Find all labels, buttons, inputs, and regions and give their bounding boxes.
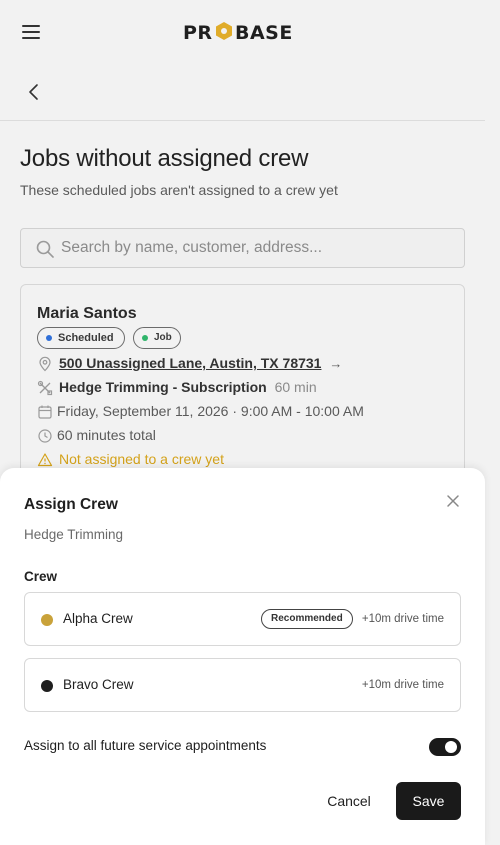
total-duration: 60 minutes total	[57, 427, 156, 443]
page-title: Jobs without assigned crew	[20, 145, 309, 172]
type-badge-label: Job	[154, 332, 172, 343]
calendar-icon	[38, 405, 52, 419]
chevron-left-icon[interactable]	[24, 82, 44, 102]
customer-name: Maria Santos	[37, 305, 137, 322]
sheet-title: Assign Crew	[24, 496, 118, 513]
search-icon	[36, 240, 54, 258]
save-button[interactable]: Save	[396, 782, 461, 820]
svg-text:BASE: BASE	[235, 22, 293, 44]
crew-option-bravo[interactable]: Bravo Crew +10m drive time	[24, 658, 461, 712]
toggle-knob	[445, 741, 457, 753]
type-badge: Job	[133, 327, 181, 349]
map-pin-icon	[39, 356, 51, 372]
future-appointments-label: Assign to all future service appointment…	[24, 738, 267, 753]
type-dot	[142, 335, 148, 341]
search-input[interactable]	[61, 235, 451, 261]
sheet-subtitle: Hedge Trimming	[24, 527, 124, 542]
schedule-text: Friday, September 11, 2026 · 9:00 AM - 1…	[57, 403, 364, 419]
clock-icon	[38, 429, 52, 443]
top-bar: PR BASE	[0, 0, 485, 64]
unassigned-warning: Not assigned to a crew yet	[59, 451, 224, 467]
search-box	[20, 228, 465, 268]
probase-logo: PR BASE	[183, 22, 293, 44]
menu-icon[interactable]	[22, 24, 42, 40]
service-name: Hedge Trimming - Subscription	[59, 379, 267, 395]
status-badge: Scheduled	[37, 327, 125, 349]
arrow-right-icon[interactable]: →	[329, 356, 342, 371]
page-subtitle: These scheduled jobs aren't assigned to …	[20, 182, 338, 198]
future-appointments-toggle[interactable]	[429, 738, 461, 756]
drive-time: +10m drive time	[361, 679, 444, 691]
assign-crew-sheet: Assign Crew Hedge Trimming Crew Alpha Cr…	[0, 468, 485, 845]
service-duration: 60 min	[274, 379, 317, 395]
crew-color-dot	[41, 614, 53, 626]
job-card[interactable]: Maria Santos Scheduled Job 500 Unassigne…	[20, 284, 465, 484]
status-dot	[46, 335, 52, 341]
back-row	[0, 64, 485, 121]
crew-option-alpha[interactable]: Alpha Crew Recommended +10m drive time	[24, 592, 461, 646]
cancel-button[interactable]: Cancel	[316, 782, 382, 820]
tools-icon	[37, 380, 53, 396]
crew-color-dot	[41, 680, 53, 692]
crew-name: Bravo Crew	[63, 677, 134, 692]
drive-time: +10m drive time	[361, 613, 444, 625]
address-link[interactable]: 500 Unassigned Lane, Austin, TX 78731	[59, 355, 321, 371]
close-icon[interactable]	[445, 493, 461, 509]
crew-field-label: Crew	[24, 569, 58, 584]
crew-name: Alpha Crew	[63, 611, 133, 626]
recommended-badge: Recommended	[261, 609, 353, 629]
svg-text:PR: PR	[183, 22, 213, 44]
warning-icon	[37, 453, 53, 467]
status-badge-label: Scheduled	[58, 332, 114, 344]
